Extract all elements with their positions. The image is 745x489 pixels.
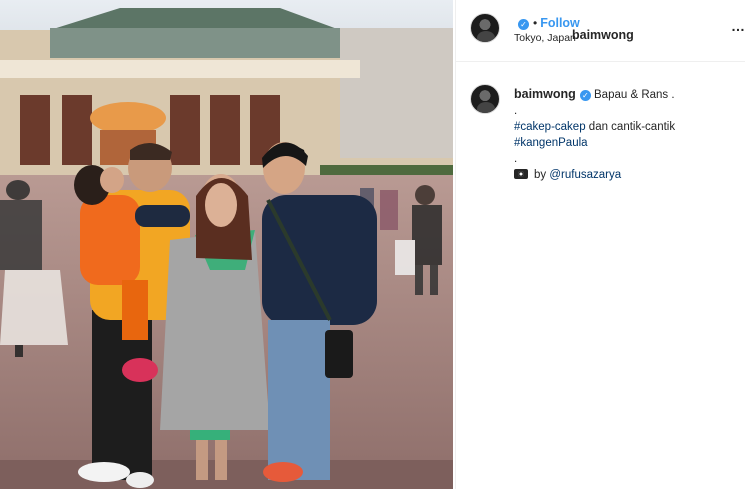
caption-text: baimwong ✓ Bapau & Rans . . #cakep-cakep …: [514, 86, 740, 183]
more-options-icon[interactable]: …: [731, 18, 745, 34]
mention-link[interactable]: @rufusazarya: [549, 169, 621, 181]
caption-line-3-text: dan cantik-cantik: [585, 121, 676, 133]
verified-badge-icon: ✓: [518, 19, 529, 30]
credit-prefix: by: [534, 169, 547, 181]
caption-username[interactable]: baimwong: [514, 87, 576, 101]
caption-line-3: #cakep-cakep dan cantik-cantik: [514, 119, 740, 135]
caption-title: Bapau & Rans .: [594, 89, 675, 101]
caption-verified-badge-icon: ✓: [579, 90, 591, 101]
header-user-line: baimwong ✓ • Follow: [514, 14, 634, 42]
caption-line-2: .: [514, 105, 518, 117]
caption-credit-line: by @rufusazarya: [514, 167, 740, 183]
avatar[interactable]: [470, 13, 500, 43]
caption-line-5: .: [514, 153, 518, 165]
camera-icon: [514, 169, 528, 179]
location-link[interactable]: Tokyo, Japan: [514, 32, 576, 44]
post-side-panel: baimwong ✓ • Follow Tokyo, Japan … baimwong…: [455, 0, 745, 489]
post-photo-illustration: [0, 0, 453, 489]
caption-line-1: baimwong ✓ Bapau & Rans .: [514, 86, 740, 103]
separator-dot: •: [533, 16, 538, 30]
caption-avatar[interactable]: [470, 84, 500, 114]
header-username[interactable]: baimwong: [572, 28, 634, 42]
caption-line-4: #kangenPaula: [514, 135, 740, 151]
post-image[interactable]: [0, 0, 453, 489]
post-header: baimwong ✓ • Follow Tokyo, Japan …: [456, 0, 745, 62]
hashtag-link[interactable]: #cakep-cakep: [514, 121, 586, 133]
hashtag-link[interactable]: #kangenPaula: [514, 137, 588, 149]
